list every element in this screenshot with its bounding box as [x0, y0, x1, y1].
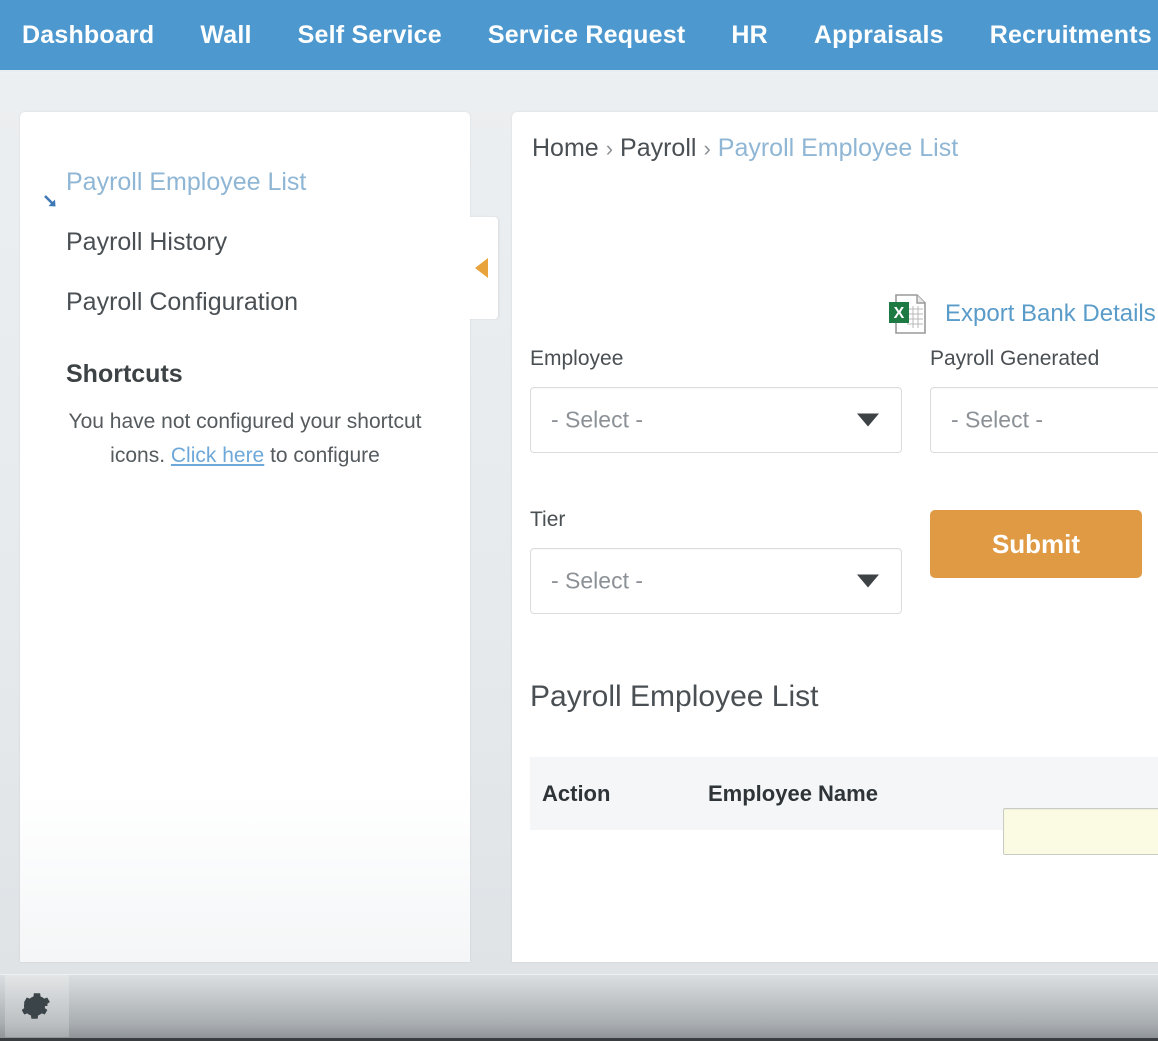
sidebar-item-payroll-history[interactable]: Payroll History [20, 212, 470, 272]
payroll-generated-field-label: Payroll Generated [930, 347, 1100, 370]
breadcrumb-separator: › [703, 136, 711, 161]
shortcuts-heading: Shortcuts [66, 360, 183, 388]
sidebar-item-label: Payroll Configuration [66, 288, 299, 316]
nav-item-hr[interactable]: HR [731, 0, 768, 70]
submit-button[interactable]: Submit [930, 510, 1142, 578]
arrow-down-right-icon [42, 173, 60, 207]
breadcrumb: Home › Payroll › Payroll Employee List [532, 134, 958, 163]
employee-select[interactable]: - Select - [530, 387, 902, 453]
sidebar-item-label: Payroll Employee List [66, 168, 307, 196]
sidebar-item-payroll-employee-list[interactable]: Payroll Employee List [20, 152, 470, 212]
settings-gear-button[interactable] [5, 975, 69, 1037]
payroll-generated-select-value: - Select - [951, 406, 1044, 433]
employee-select-value: - Select - [551, 406, 644, 433]
export-bank-details-label[interactable]: Export Bank Details [945, 300, 1156, 328]
chevron-down-icon [857, 574, 879, 588]
top-navigation-bar: Dashboard Wall Self Service Service Requ… [0, 0, 1158, 72]
table-column-header-action: Action [542, 780, 611, 806]
bottom-status-bar [0, 975, 1158, 1041]
breadcrumb-item-payroll[interactable]: Payroll [620, 134, 696, 162]
breadcrumb-item-current: Payroll Employee List [717, 134, 959, 162]
workspace: Payroll Employee List Payroll History Pa… [0, 74, 1158, 974]
tier-select-value: - Select - [551, 567, 644, 594]
shortcuts-empty-message: You have not configured your shortcut ic… [50, 405, 440, 473]
sidebar-item-label: Payroll History [66, 228, 228, 256]
payroll-generated-select[interactable]: - Select - [930, 387, 1158, 453]
export-bank-details-row[interactable]: X Export Bank Details [887, 292, 1156, 336]
sidebar-item-payroll-configuration[interactable]: Payroll Configuration [20, 272, 470, 332]
nav-item-self-service[interactable]: Self Service [298, 0, 442, 70]
table-filter-input[interactable] [1003, 808, 1158, 855]
gear-icon [22, 993, 50, 1019]
nav-item-wall[interactable]: Wall [200, 0, 251, 70]
tier-select[interactable]: - Select - [530, 548, 902, 614]
nav-item-service-request[interactable]: Service Request [488, 0, 686, 70]
nav-item-recruitments[interactable]: Recruitments [990, 0, 1152, 70]
breadcrumb-item-home[interactable]: Home [532, 134, 599, 162]
chevron-down-icon [857, 413, 879, 427]
breadcrumb-separator: › [605, 136, 614, 161]
tier-field-label: Tier [530, 508, 566, 531]
nav-item-appraisals[interactable]: Appraisals [814, 0, 944, 70]
employee-field-label: Employee [530, 347, 624, 370]
table-column-header-employee-name: Employee Name [708, 780, 878, 806]
shortcuts-configure-link[interactable]: Click here [171, 444, 264, 467]
left-sidebar-panel: Payroll Employee List Payroll History Pa… [20, 112, 470, 962]
svg-text:X: X [894, 305, 905, 322]
triangle-left-icon [475, 258, 488, 278]
sidebar-collapse-handle[interactable] [468, 217, 498, 319]
nav-item-dashboard[interactable]: Dashboard [22, 0, 154, 70]
page-section-title: Payroll Employee List [530, 680, 819, 713]
shortcuts-message-after: to configure [264, 444, 380, 467]
excel-file-icon: X [887, 292, 929, 336]
